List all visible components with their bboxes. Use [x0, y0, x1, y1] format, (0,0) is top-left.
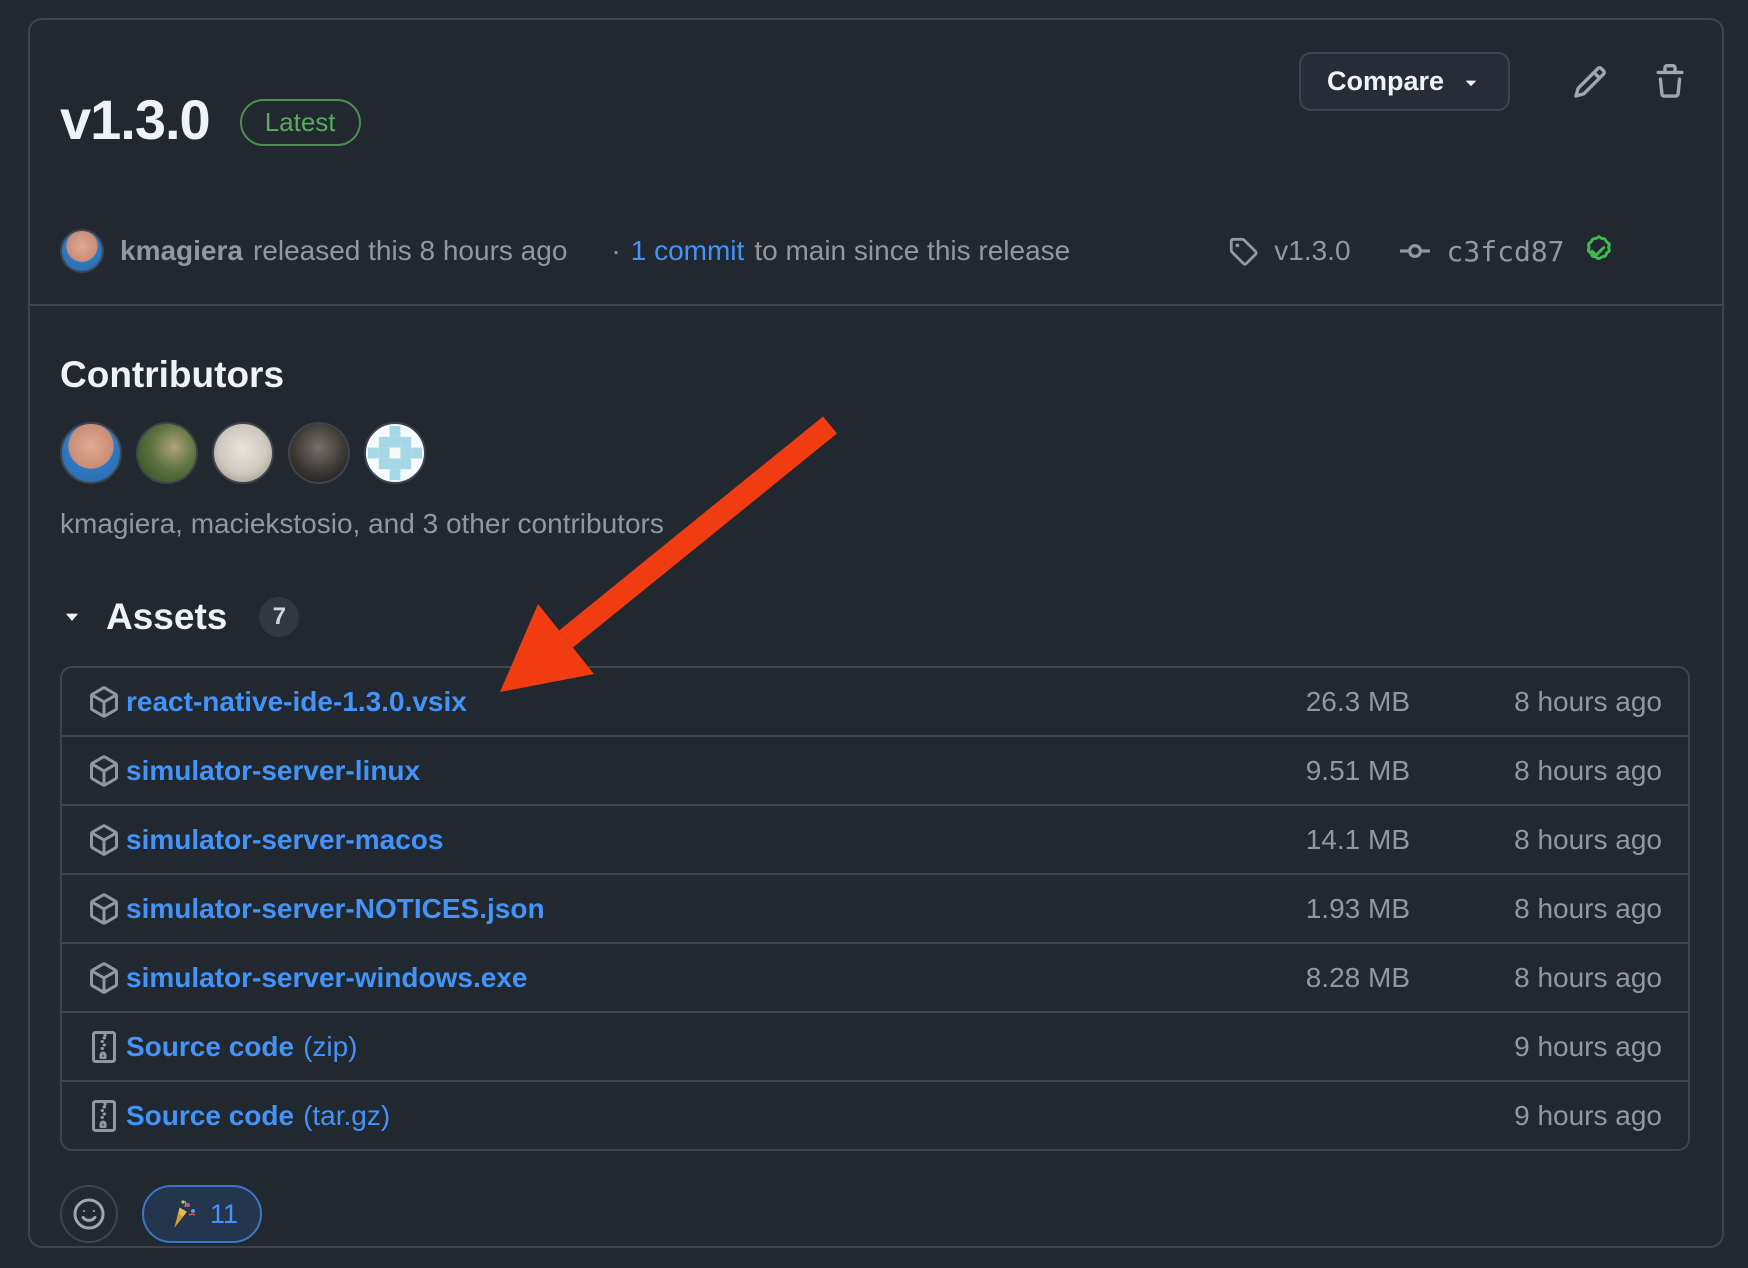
asset-row: simulator-server-linux 9.51 MB 8 hours a… — [62, 735, 1688, 804]
asset-updated-time: 8 hours ago — [1410, 893, 1662, 925]
asset-rows: react-native-ide-1.3.0.vsix 26.3 MB 8 ho… — [60, 666, 1690, 1151]
asset-name: Source code — [126, 1031, 294, 1063]
asset-download-link[interactable]: simulator-server-NOTICES.json — [88, 893, 1210, 925]
assets-toggle[interactable]: Assets 7 — [60, 596, 1690, 638]
released-text: released this 8 hours ago — [253, 235, 567, 267]
asset-name: simulator-server-linux — [126, 755, 420, 787]
compare-label: Compare — [1327, 66, 1444, 97]
package-icon — [88, 893, 120, 925]
contributor-avatar-2[interactable] — [136, 422, 198, 484]
asset-name: Source code — [126, 1100, 294, 1132]
assets-count-badge: 7 — [259, 597, 299, 637]
asset-download-link[interactable]: simulator-server-macos — [88, 824, 1210, 856]
asset-name: simulator-server-windows.exe — [126, 962, 527, 994]
author-avatar[interactable] — [60, 229, 104, 273]
contributor-avatar-3[interactable] — [212, 422, 274, 484]
asset-name: simulator-server-NOTICES.json — [126, 893, 545, 925]
reactions-bar: 11 — [60, 1185, 1690, 1243]
asset-updated-time: 8 hours ago — [1410, 755, 1662, 787]
file-zip-icon — [88, 1031, 120, 1063]
tag-name: v1.3.0 — [1274, 235, 1350, 267]
contributor-avatar-5[interactable] — [364, 422, 426, 484]
asset-download-link[interactable]: Source code (zip) — [88, 1031, 1210, 1063]
asset-size: 26.3 MB — [1210, 686, 1410, 718]
delete-release-button[interactable] — [1652, 64, 1688, 100]
package-icon — [88, 824, 120, 856]
identicon-avatar — [368, 426, 422, 480]
asset-size: 14.1 MB — [1210, 824, 1410, 856]
package-icon — [88, 962, 120, 994]
compare-button[interactable]: Compare — [1299, 52, 1510, 111]
asset-download-link[interactable]: simulator-server-linux — [88, 755, 1210, 787]
commit-sha[interactable]: c3fcd87 — [1447, 235, 1565, 268]
package-icon — [88, 686, 120, 718]
asset-size: 8.28 MB — [1210, 962, 1410, 994]
edit-release-button[interactable] — [1572, 64, 1608, 100]
release-title: v1.3.0 — [60, 88, 210, 152]
asset-download-link[interactable]: simulator-server-windows.exe — [88, 962, 1210, 994]
chevron-down-icon — [1460, 71, 1482, 93]
asset-row: simulator-server-windows.exe 8.28 MB 8 h… — [62, 942, 1688, 1011]
party-popper-icon — [166, 1198, 198, 1230]
dot-separator: · — [611, 235, 620, 267]
triangle-down-icon — [60, 605, 84, 629]
file-zip-icon — [88, 1100, 120, 1132]
add-reaction-button[interactable] — [60, 1185, 118, 1243]
asset-download-link[interactable]: Source code (tar.gz) — [88, 1100, 1210, 1132]
latest-badge: Latest — [240, 99, 361, 146]
pencil-icon — [1572, 64, 1608, 100]
contributor-avatar-4[interactable] — [288, 422, 350, 484]
trash-icon — [1652, 64, 1688, 100]
asset-size: 1.93 MB — [1210, 893, 1410, 925]
author-login[interactable]: kmagiera — [120, 235, 243, 267]
asset-suffix: (tar.gz) — [303, 1100, 390, 1132]
package-icon — [88, 755, 120, 787]
asset-row: react-native-ide-1.3.0.vsix 26.3 MB 8 ho… — [62, 668, 1688, 735]
smiley-icon — [72, 1197, 106, 1231]
asset-updated-time: 9 hours ago — [1410, 1031, 1662, 1063]
verified-check-icon[interactable] — [1581, 234, 1615, 268]
release-header: v1.3.0 Latest Compare — [30, 20, 1722, 306]
commits-since-link[interactable]: 1 commit — [631, 235, 745, 267]
contributor-avatar-1[interactable] — [60, 422, 122, 484]
contributors-heading: Contributors — [60, 354, 1690, 396]
release-body: Contributors kmagiera, maciekstosio, and… — [30, 306, 1722, 1243]
asset-suffix: (zip) — [303, 1031, 357, 1063]
contributors-summary: kmagiera, maciekstosio, and 3 other cont… — [60, 508, 1690, 540]
asset-name: react-native-ide-1.3.0.vsix — [126, 686, 467, 718]
asset-row: Source code (tar.gz) 9 hours ago — [62, 1080, 1688, 1149]
commit-icon — [1399, 235, 1431, 267]
contributor-avatars — [60, 422, 1690, 484]
asset-row: simulator-server-macos 14.1 MB 8 hours a… — [62, 804, 1688, 873]
release-card: v1.3.0 Latest Compare — [28, 18, 1724, 1248]
reaction-count: 11 — [210, 1199, 238, 1230]
asset-name: simulator-server-macos — [126, 824, 443, 856]
assets-heading: Assets — [106, 596, 227, 638]
commits-since-text: to main since this release — [754, 235, 1070, 267]
asset-updated-time: 8 hours ago — [1410, 824, 1662, 856]
asset-row: simulator-server-NOTICES.json 1.93 MB 8 … — [62, 873, 1688, 942]
asset-row: Source code (zip) 9 hours ago — [62, 1011, 1688, 1080]
tada-reaction-button[interactable]: 11 — [142, 1185, 262, 1243]
asset-updated-time: 9 hours ago — [1410, 1100, 1662, 1132]
tag-icon — [1228, 236, 1258, 266]
asset-updated-time: 8 hours ago — [1410, 962, 1662, 994]
asset-updated-time: 8 hours ago — [1410, 686, 1662, 718]
asset-size: 9.51 MB — [1210, 755, 1410, 787]
asset-download-link[interactable]: react-native-ide-1.3.0.vsix — [88, 686, 1210, 718]
